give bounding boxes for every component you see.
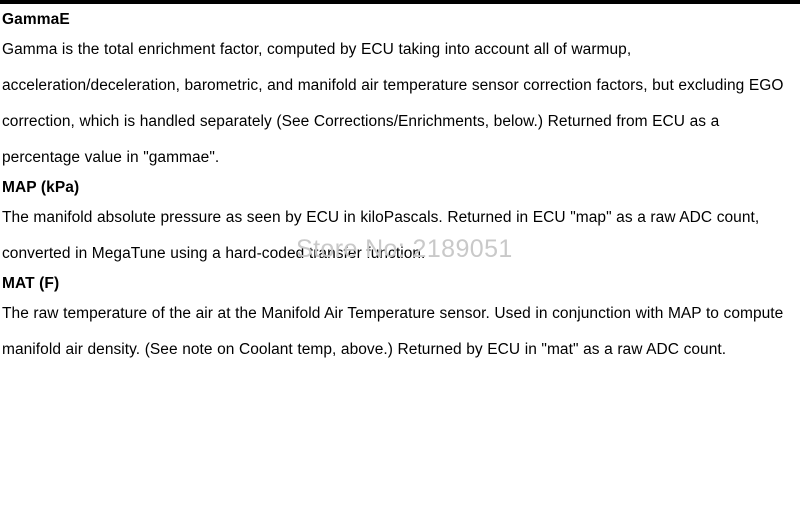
section-body-mat: The raw temperature of the air at the Ma…: [2, 305, 784, 358]
section-gammae: GammaE Gamma is the total enrichment fac…: [2, 8, 794, 176]
section-heading-map: MAP (kPa): [2, 179, 80, 196]
section-body-map: The manifold absolute pressure as seen b…: [2, 209, 760, 262]
section-mat: MAT (F) The raw temperature of the air a…: [2, 272, 794, 368]
section-heading-mat: MAT (F): [2, 275, 60, 292]
section-map: MAP (kPa) The manifold absolute pressure…: [2, 176, 794, 272]
document-page: GammaE Gamma is the total enrichment fac…: [0, 4, 800, 512]
section-body-gammae: Gamma is the total enrichment factor, co…: [2, 41, 784, 166]
section-heading-gammae: GammaE: [2, 11, 70, 28]
